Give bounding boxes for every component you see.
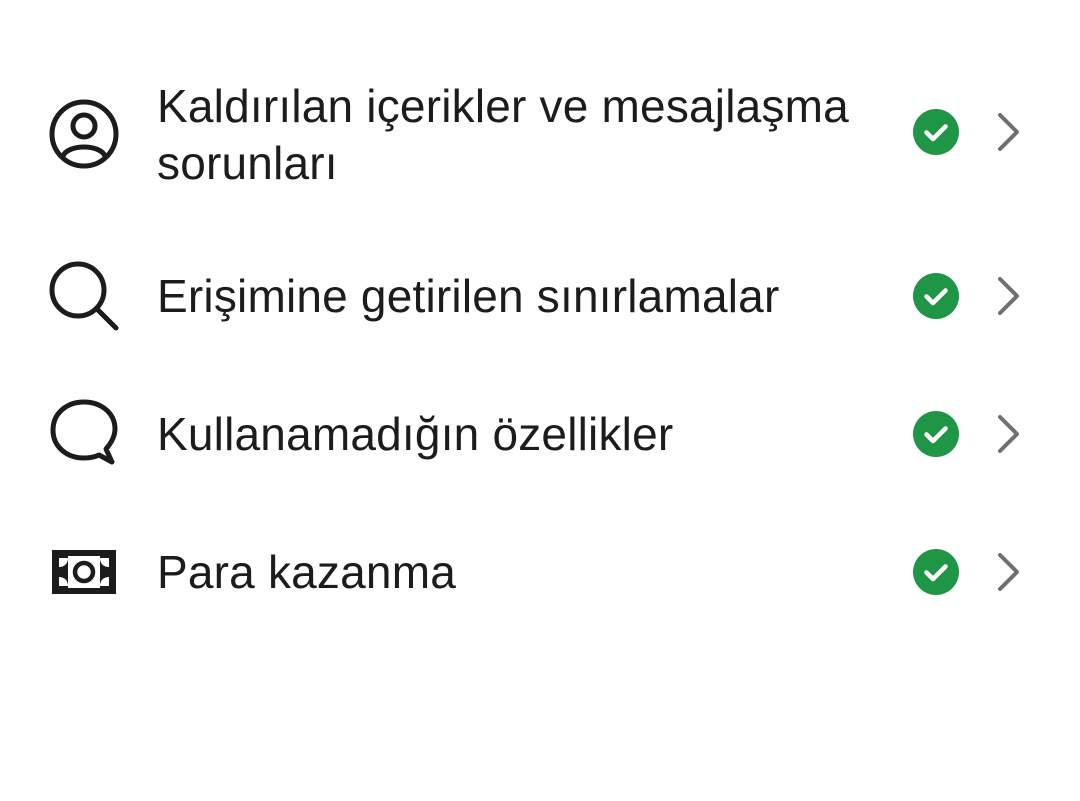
list-item-monetization[interactable]: Para kazanma bbox=[0, 518, 1080, 628]
check-circle-icon bbox=[912, 108, 960, 156]
chat-bubble-icon bbox=[46, 395, 122, 471]
list-item-label: Kullanamadığın özellikler bbox=[157, 408, 674, 460]
list-item-label: Erişimine getirilen sınırlamalar bbox=[157, 270, 780, 322]
chevron-right-icon bbox=[990, 274, 1024, 318]
money-icon bbox=[46, 534, 122, 610]
list-item-removed-content[interactable]: Kaldırılan içerikler ve mesajlaşma sorun… bbox=[0, 70, 1080, 210]
chevron-right-icon bbox=[990, 412, 1024, 456]
list-item-label: Kaldırılan içerikler ve mesajlaşma sorun… bbox=[157, 80, 849, 189]
list-item-unavailable-features[interactable]: Kullanamadığın özellikler bbox=[0, 380, 1080, 490]
list-item-reach-limits[interactable]: Erişimine getirilen sınırlamalar bbox=[0, 240, 1080, 350]
search-icon bbox=[46, 258, 122, 334]
account-status-list: Kaldırılan içerikler ve mesajlaşma sorun… bbox=[0, 0, 1080, 801]
person-circle-icon bbox=[46, 96, 122, 172]
check-circle-icon bbox=[912, 548, 960, 596]
chevron-right-icon bbox=[990, 550, 1024, 594]
check-circle-icon bbox=[912, 410, 960, 458]
list-item-label: Para kazanma bbox=[157, 546, 456, 598]
chevron-right-icon bbox=[990, 110, 1024, 154]
check-circle-icon bbox=[912, 272, 960, 320]
